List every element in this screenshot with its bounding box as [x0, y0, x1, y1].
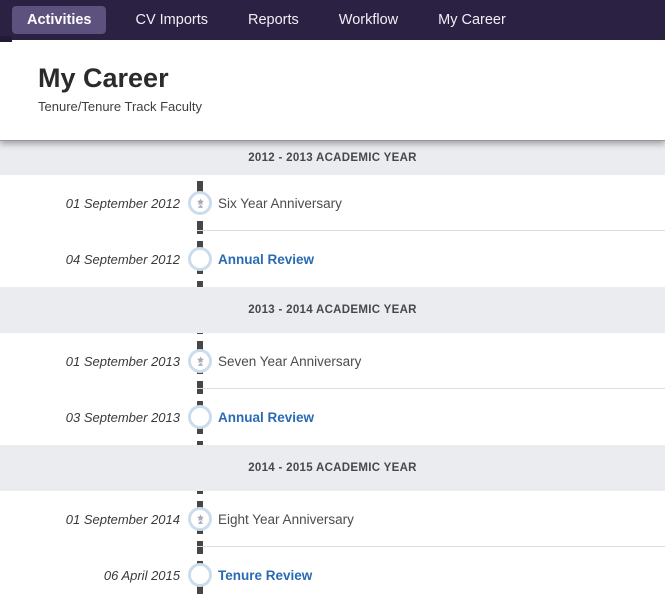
nav-corner-decoration — [0, 36, 12, 42]
trophy-icon — [195, 356, 206, 367]
milestone-circle-icon — [188, 563, 212, 587]
event-link[interactable]: Annual Review — [218, 252, 314, 267]
anniversary-marker — [188, 507, 212, 531]
academic-year-band: 2014 - 2015 ACADEMIC YEAR — [0, 445, 665, 491]
nav-item-reports[interactable]: Reports — [228, 4, 319, 36]
anniversary-marker — [188, 191, 212, 215]
academic-year-label: 2013 - 2014 ACADEMIC YEAR — [248, 304, 417, 316]
event-date: 06 April 2015 — [0, 568, 180, 583]
academic-year-band: 2013 - 2014 ACADEMIC YEAR — [0, 287, 665, 333]
event-link[interactable]: Annual Review — [218, 410, 314, 425]
event-link[interactable]: Tenure Review — [218, 568, 312, 583]
trophy-icon — [195, 514, 206, 525]
event-date: 04 September 2012 — [0, 252, 180, 267]
anniversary-marker — [188, 349, 212, 373]
timeline-event-row: 03 September 2013 Annual Review — [0, 389, 665, 445]
top-nav: Activities CV Imports Reports Workflow M… — [0, 0, 665, 40]
nav-item-cv-imports[interactable]: CV Imports — [115, 4, 228, 36]
academic-year-label: 2012 - 2013 ACADEMIC YEAR — [248, 152, 417, 164]
timeline-event-row: 01 September 2014 Eight Year Anniversary — [0, 491, 665, 547]
timeline-event-row: 01 September 2012 Six Year Anniversary — [0, 175, 665, 231]
academic-year-band: 2012 - 2013 ACADEMIC YEAR — [0, 141, 665, 175]
nav-item-activities[interactable]: Activities — [12, 6, 106, 34]
page-subtitle: Tenure/Tenure Track Faculty — [38, 99, 665, 114]
timeline-event-row: 04 September 2012 Annual Review — [0, 231, 665, 287]
event-label: Seven Year Anniversary — [218, 354, 361, 369]
event-date: 03 September 2013 — [0, 410, 180, 425]
event-date: 01 September 2012 — [0, 196, 180, 211]
trophy-icon — [195, 198, 206, 209]
timeline-event-row: 01 September 2013 Seven Year Anniversary — [0, 333, 665, 389]
milestone-circle-icon — [188, 405, 212, 429]
page-header: My Career Tenure/Tenure Track Faculty — [0, 40, 665, 141]
milestone-circle-icon — [188, 247, 212, 271]
event-label: Eight Year Anniversary — [218, 512, 354, 527]
page-title: My Career — [38, 62, 665, 94]
timeline-event-row: 06 April 2015 Tenure Review — [0, 547, 665, 600]
event-label: Six Year Anniversary — [218, 196, 342, 211]
event-date: 01 September 2014 — [0, 512, 180, 527]
academic-year-label: 2014 - 2015 ACADEMIC YEAR — [248, 462, 417, 474]
nav-item-my-career[interactable]: My Career — [418, 4, 526, 36]
event-date: 01 September 2013 — [0, 354, 180, 369]
nav-item-workflow[interactable]: Workflow — [319, 4, 418, 36]
career-timeline: 2012 - 2013 ACADEMIC YEAR 01 September 2… — [0, 141, 665, 600]
